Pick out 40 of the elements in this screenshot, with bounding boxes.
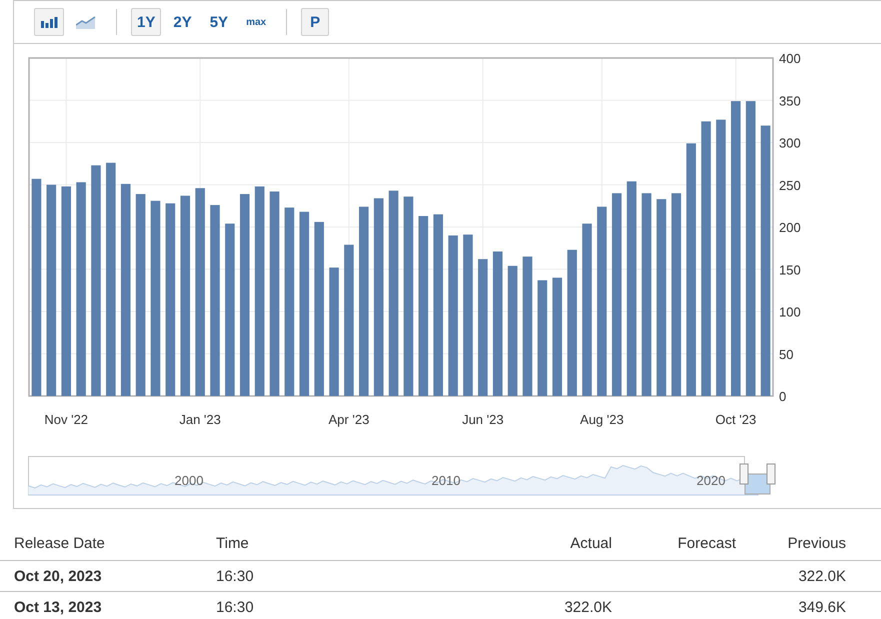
x-axis-label: Apr '23 xyxy=(328,412,370,427)
bar-chart-button[interactable] xyxy=(34,8,64,36)
y-axis-label: 50 xyxy=(779,346,794,362)
range-button[interactable]: 1Y xyxy=(131,8,162,36)
y-axis-label: 200 xyxy=(779,220,801,235)
table-cell-text: Oct 13, 2023 xyxy=(13,598,103,618)
x-axis-label: Jan '23 xyxy=(179,412,221,427)
table-cell-text: 16:30 xyxy=(216,598,255,618)
x-axis-label: Aug '23 xyxy=(580,412,624,427)
range-button[interactable]: 5Y xyxy=(204,8,234,36)
year-label: 2020 xyxy=(696,473,726,488)
range-button[interactable]: 2Y xyxy=(167,8,198,36)
table-cell-text: 322.0K xyxy=(797,567,846,587)
p-button[interactable]: P xyxy=(301,8,330,36)
x-axis-label: Nov '22 xyxy=(44,412,88,427)
column-header: Forecast xyxy=(676,534,736,554)
column-header: Previous xyxy=(786,534,846,554)
x-axis-label: Jun '23 xyxy=(462,412,504,427)
y-axis-label: 400 xyxy=(779,51,801,66)
y-axis-label: 250 xyxy=(779,178,801,193)
column-header: Release Date xyxy=(13,534,106,554)
column-header: Actual xyxy=(569,534,612,554)
table-cell-text: 322.0K xyxy=(563,598,612,618)
y-axis-label: 100 xyxy=(779,304,801,320)
range-handle[interactable] xyxy=(766,464,776,484)
table-cell-text: 349.6K xyxy=(797,598,846,618)
y-axis-label: 350 xyxy=(779,93,801,108)
y-axis-label: 300 xyxy=(779,136,801,150)
range-button[interactable]: max xyxy=(240,8,272,36)
bar-chart-icon xyxy=(40,15,58,29)
range-handle[interactable] xyxy=(740,464,748,484)
year-label: 2010 xyxy=(432,473,460,488)
column-header: Time xyxy=(216,534,250,554)
area-chart-icon xyxy=(76,15,96,29)
year-label: 2000 xyxy=(174,473,204,488)
table-cell-text: Oct 20, 2023 xyxy=(13,567,103,587)
table-cell-text: 16:30 xyxy=(216,567,255,587)
y-axis-label: 0 xyxy=(779,389,786,404)
y-axis-label: 150 xyxy=(779,262,801,278)
x-axis-label: Oct '23 xyxy=(715,412,756,427)
